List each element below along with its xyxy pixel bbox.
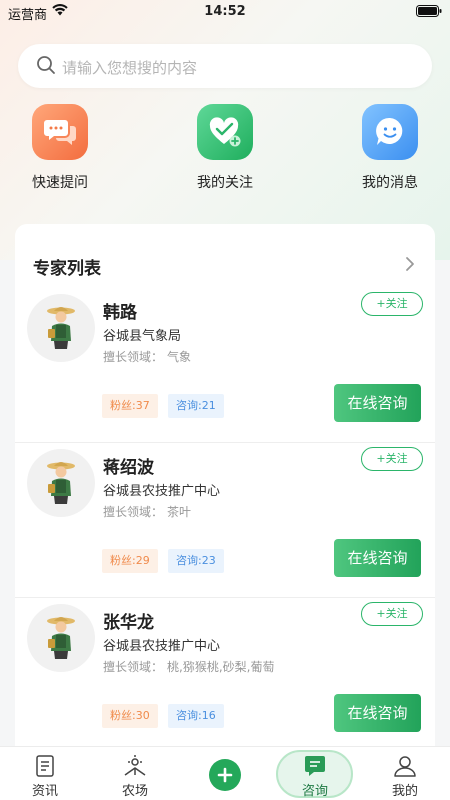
consult-count-badge: 咨询:16: [168, 704, 224, 728]
smiley-bubble-icon: [362, 104, 418, 160]
farmer-avatar-icon: [47, 462, 75, 504]
expert-name: 韩路: [103, 303, 137, 323]
online-consult-button[interactable]: 在线咨询: [334, 539, 421, 577]
expert-name: 蒋绍波: [103, 458, 154, 478]
expert-card[interactable]: 张华龙 谷城县农技推广中心 擅长领域： 桃,猕猴桃,砂梨,葡萄 +关注 粉丝:3…: [15, 598, 435, 753]
quick-action-label: 我的消息: [362, 175, 418, 191]
avatar: [27, 294, 95, 362]
bottom-tab-bar: 资讯 农场 咨询 我的: [0, 746, 450, 800]
tab-farm[interactable]: 农场: [90, 747, 180, 800]
follow-button[interactable]: +关注: [361, 292, 423, 316]
online-consult-button[interactable]: 在线咨询: [334, 694, 421, 732]
consult-count-badge: 咨询:23: [168, 549, 224, 573]
search-icon: [37, 56, 55, 74]
avatar: [27, 604, 95, 672]
expert-field-label: 擅长领域：: [103, 350, 164, 364]
profile-icon: [394, 756, 416, 777]
my-follows-button[interactable]: 我的关注: [175, 104, 275, 192]
quick-ask-button[interactable]: 快速提问: [10, 104, 110, 192]
expert-field-label: 擅长领域：: [103, 660, 164, 674]
tab-label: 资讯: [31, 784, 58, 799]
chat-bubbles-icon: [32, 104, 88, 160]
tab-profile[interactable]: 我的: [360, 747, 450, 800]
search-bar[interactable]: 请输入您想搜的内容: [18, 44, 432, 88]
tab-label: 咨询: [301, 784, 328, 799]
expert-org: 谷城县农技推广中心: [103, 484, 221, 499]
expert-field: 茶叶: [167, 505, 192, 519]
tab-news[interactable]: 资讯: [0, 747, 90, 800]
expert-org: 谷城县气象局: [103, 329, 182, 344]
search-input[interactable]: 请输入您想搜的内容: [62, 57, 197, 78]
expert-list-panel: 专家列表 韩路 谷城县气象局 擅长领域： 气象 +关注 粉丝:37 咨询:21 …: [15, 224, 435, 764]
battery-icon: [416, 5, 442, 17]
follow-button[interactable]: +关注: [361, 602, 423, 626]
online-consult-button[interactable]: 在线咨询: [334, 384, 421, 422]
tab-consult[interactable]: 咨询: [270, 747, 360, 800]
consult-icon: [305, 756, 325, 776]
expert-name: 张华龙: [103, 613, 154, 633]
fans-badge: 粉丝:37: [102, 394, 158, 418]
tab-label: 我的: [391, 784, 418, 799]
fans-badge: 粉丝:30: [102, 704, 158, 728]
status-bar: 运营商 14:52: [0, 0, 450, 24]
expert-card[interactable]: 蒋绍波 谷城县农技推广中心 擅长领域： 茶叶 +关注 粉丝:29 咨询:23 在…: [15, 443, 435, 598]
farmer-avatar-icon: [47, 617, 75, 659]
expert-field-label: 擅长领域：: [103, 505, 164, 519]
farm-icon: [124, 755, 146, 776]
expert-field: 桃,猕猴桃,砂梨,葡萄: [167, 660, 275, 674]
my-messages-button[interactable]: 我的消息: [340, 104, 440, 192]
section-title: 专家列表: [33, 259, 101, 279]
plus-icon: [217, 767, 233, 783]
follow-button[interactable]: +关注: [361, 447, 423, 471]
status-time: 14:52: [204, 4, 246, 19]
farmer-avatar-icon: [47, 307, 75, 349]
fans-badge: 粉丝:29: [102, 549, 158, 573]
quick-action-label: 我的关注: [197, 175, 253, 191]
expert-field: 气象: [167, 350, 192, 364]
quick-action-label: 快速提问: [32, 175, 88, 191]
expert-card[interactable]: 韩路 谷城县气象局 擅长领域： 气象 +关注 粉丝:37 咨询:21 在线咨询: [15, 288, 435, 443]
consult-count-badge: 咨询:21: [168, 394, 224, 418]
tab-label: 农场: [121, 784, 148, 799]
news-icon: [36, 755, 54, 777]
avatar: [27, 449, 95, 517]
chevron-right-icon[interactable]: [405, 256, 415, 272]
expert-list-header[interactable]: 专家列表: [15, 224, 435, 294]
add-button[interactable]: [209, 759, 241, 791]
expert-org: 谷城县农技推广中心: [103, 639, 221, 654]
heart-plus-icon: [197, 104, 253, 160]
